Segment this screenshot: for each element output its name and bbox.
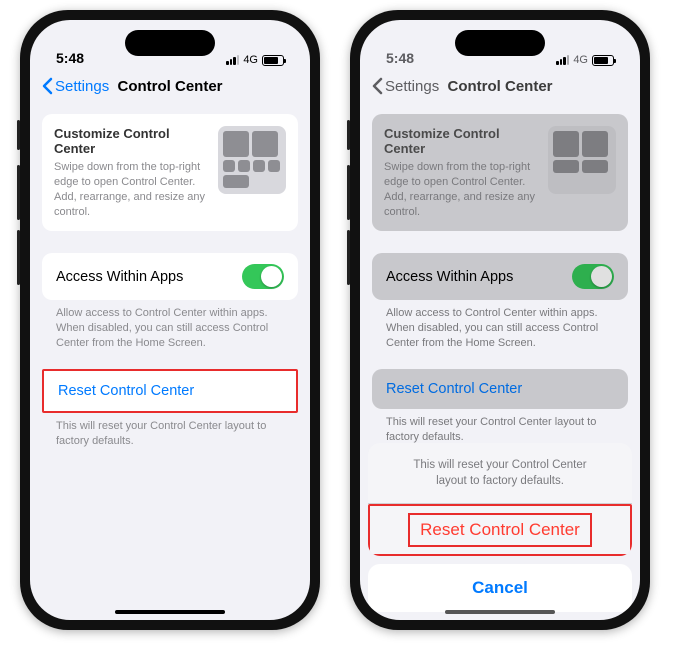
- card-desc: Swipe down from the top-right edge to op…: [54, 160, 208, 219]
- chevron-left-icon: [42, 77, 53, 95]
- card-title: Customize Control Center: [54, 126, 208, 156]
- reset-footnote: This will reset your Control Center layo…: [42, 413, 298, 449]
- dynamic-island: [125, 30, 215, 56]
- access-footnote: Allow access to Control Center within ap…: [42, 300, 298, 351]
- reset-button[interactable]: Reset Control Center: [42, 369, 298, 413]
- action-sheet: This will reset your Control Center layo…: [360, 20, 640, 620]
- access-label: Access Within Apps: [56, 269, 183, 285]
- dynamic-island: [455, 30, 545, 56]
- phone-right: 5:48 4G Settings Control Center Customiz…: [350, 10, 650, 630]
- home-indicator: [445, 610, 555, 614]
- network-label: 4G: [243, 54, 258, 66]
- page-title: Control Center: [118, 78, 223, 95]
- back-button[interactable]: Settings: [42, 77, 109, 95]
- access-within-apps-row: Access Within Apps: [42, 253, 298, 300]
- reset-label: Reset Control Center: [58, 383, 194, 399]
- clock: 5:48: [56, 50, 84, 66]
- home-indicator: [115, 610, 225, 614]
- sheet-cancel-button[interactable]: Cancel: [368, 564, 632, 612]
- phone-left: 5:48 4G Settings Control Center Customiz…: [20, 10, 320, 630]
- sheet-message: This will reset your Control Center layo…: [368, 443, 632, 504]
- battery-icon: [262, 55, 284, 66]
- signal-icon: [226, 55, 239, 65]
- sheet-confirm-button[interactable]: Reset Control Center: [368, 504, 632, 556]
- customize-card[interactable]: Customize Control Center Swipe down from…: [42, 114, 298, 231]
- access-toggle[interactable]: [242, 264, 284, 289]
- control-center-graphic: [218, 126, 286, 194]
- back-label: Settings: [55, 78, 109, 95]
- nav-bar: Settings Control Center: [30, 68, 310, 104]
